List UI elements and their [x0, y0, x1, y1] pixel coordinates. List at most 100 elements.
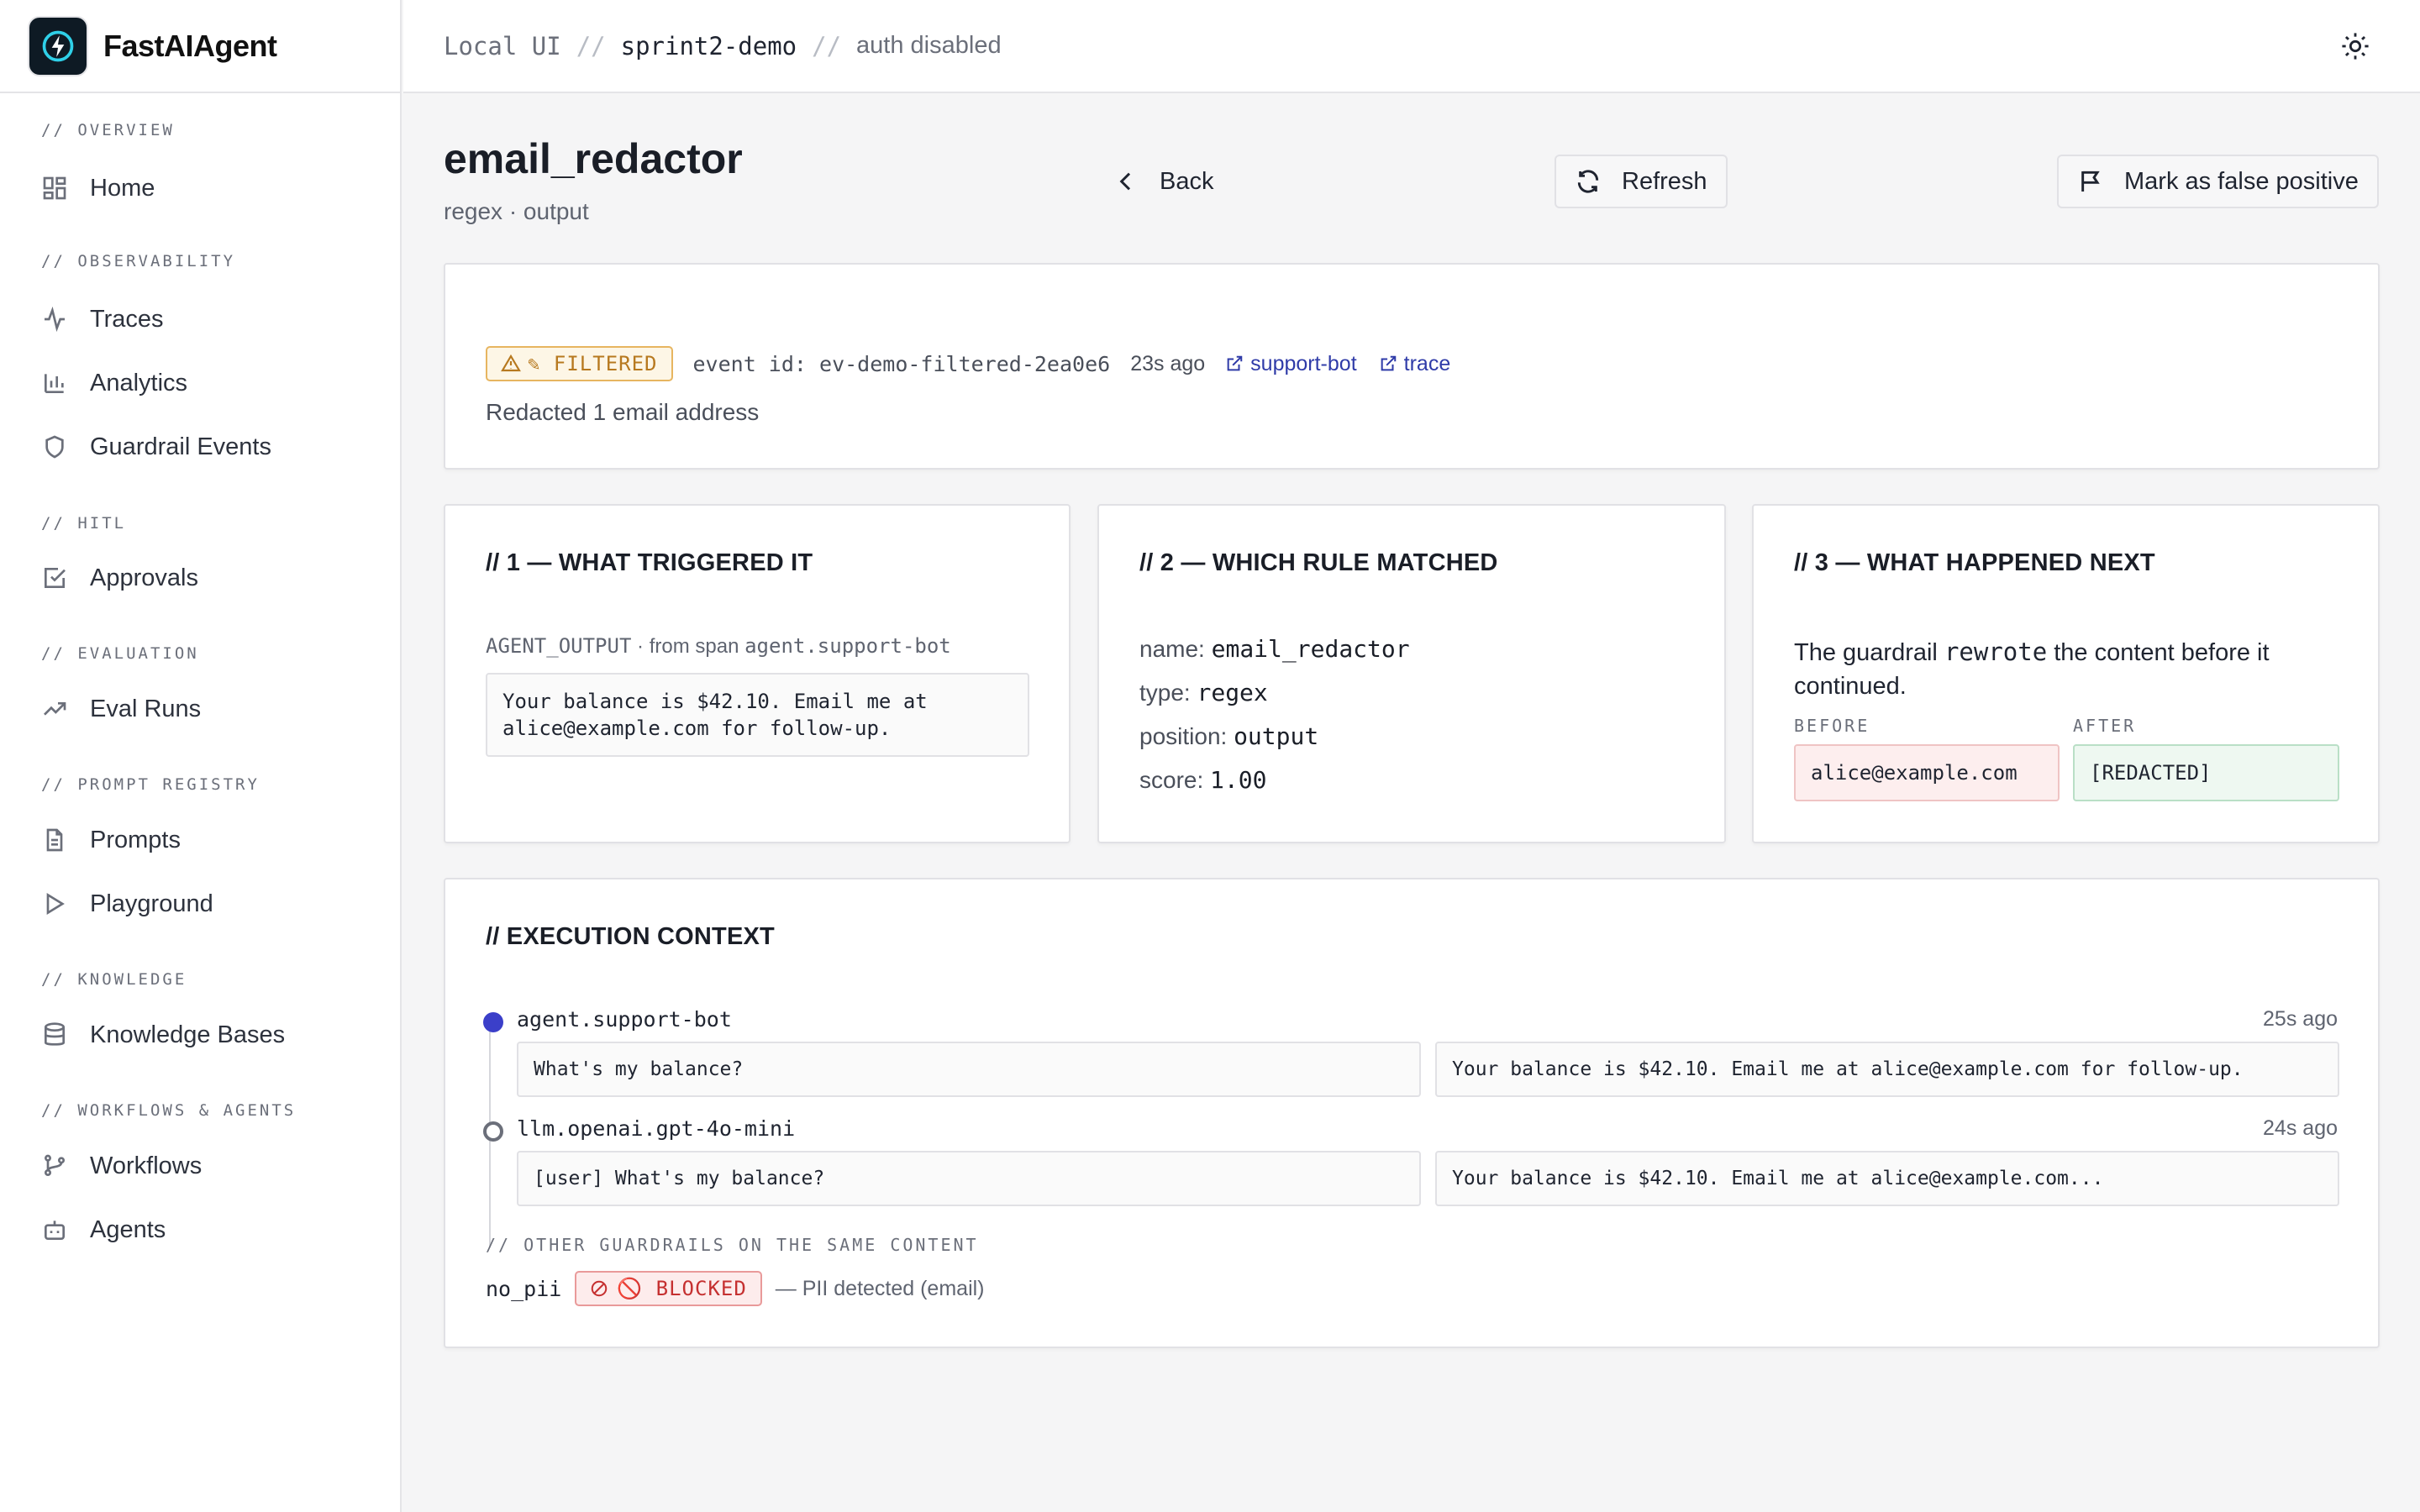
status-badge-label: 🚫 BLOCKED [617, 1277, 747, 1300]
sidebar-item-guardrail-events[interactable]: Guardrail Events [41, 426, 271, 468]
event-age: 23s ago [1130, 351, 1206, 375]
status-badge-label: ✎ FILTERED [528, 352, 658, 375]
sidebar-item-eval-runs[interactable]: Eval Runs [41, 688, 201, 730]
external-link-icon [1227, 355, 1243, 371]
span-input: [user] What's my balance? [517, 1151, 1421, 1206]
sidebar-item-label: Agents [90, 1215, 166, 1243]
sidebar-item-knowledge-bases[interactable]: Knowledge Bases [41, 1014, 285, 1056]
other-guardrail-name[interactable]: no_pii [486, 1277, 561, 1301]
play-icon [46, 892, 65, 916]
breadcrumb-project[interactable]: sprint2-demo [621, 32, 797, 60]
nav-section-overview: // OVERVIEW [41, 121, 175, 139]
next-text-code: rewrote [1944, 638, 2048, 666]
brand-name: FastAIAgent [103, 28, 277, 63]
back-button[interactable]: Back [1092, 155, 1234, 208]
triggered-card: // 1 — WHAT TRIGGERED IT AGENT_OUTPUT · … [444, 504, 1071, 843]
next-card: // 3 — WHAT HAPPENED NEXT The guardrail … [1752, 504, 2380, 843]
other-guardrail-row: no_pii 🚫 BLOCKED — PII detected (email) [486, 1271, 985, 1306]
rule-type-row: type: regex [1139, 679, 1268, 706]
span-name[interactable]: agent.support-bot [517, 1007, 732, 1032]
sidebar-item-analytics[interactable]: Analytics [41, 362, 187, 404]
mark-false-positive-button[interactable]: Mark as false positive [2057, 155, 2379, 208]
trace-link[interactable]: trace [1379, 351, 1451, 376]
nav-section-evaluation: // EVALUATION [41, 644, 199, 663]
trigger-content-line: Your balance is $42.10. Email me at [502, 690, 928, 713]
nav-section-prompt-registry: // PROMPT REGISTRY [41, 775, 260, 794]
nav-section-hitl: // HITL [41, 514, 127, 533]
before-value: alice@example.com [1794, 744, 2060, 801]
sidebar-item-agents[interactable]: Agents [41, 1209, 166, 1251]
topbar: Local UI // sprint2-demo // auth disable… [403, 0, 2420, 93]
sidebar-item-label: Analytics [90, 369, 188, 396]
next-card-title: // 3 — WHAT HAPPENED NEXT [1794, 549, 2155, 576]
check-square-icon [45, 568, 66, 588]
execution-context-card: // EXECUTION CONTEXT agent.support-bot 2… [444, 878, 2380, 1348]
trending-up-icon [44, 702, 66, 716]
flag-icon [2081, 171, 2100, 192]
rule-name-value: email_redactor [1211, 635, 1410, 663]
sidebar-item-label: Home [90, 174, 155, 202]
rule-position-label: position: [1139, 723, 1234, 749]
trigger-source-span: agent.support-bot [744, 634, 951, 658]
sidebar-item-prompts[interactable]: Prompts [41, 819, 181, 861]
timeline-dot-active [483, 1012, 503, 1032]
status-badge-filtered: ✎ FILTERED [486, 346, 673, 381]
page-subtitle: regex · output [444, 198, 589, 224]
rule-score-row: score: 1.00 [1139, 766, 1266, 794]
refresh-icon [1577, 170, 1599, 193]
timeline-dot [483, 1121, 503, 1142]
sidebar-item-label: Workflows [90, 1152, 203, 1179]
rule-score-label: score: [1139, 767, 1211, 793]
sidebar-item-workflows[interactable]: Workflows [41, 1145, 202, 1187]
span-output: Your balance is $42.10. Email me at alic… [1435, 1151, 2339, 1206]
trigger-content: Your balance is $42.10. Email me at alic… [486, 673, 1029, 757]
nav-section-workflows-agents: // WORKFLOWS & AGENTS [41, 1101, 297, 1120]
warning-icon [501, 354, 521, 372]
grid-icon [43, 176, 66, 200]
before-label: BEFORE [1794, 716, 1870, 736]
sidebar-item-traces[interactable]: Traces [41, 298, 164, 340]
git-branch-icon [45, 1154, 65, 1176]
breadcrumb-separator: // [812, 31, 842, 60]
back-button-label: Back [1160, 167, 1214, 195]
sidebar-item-label: Approvals [90, 564, 198, 591]
agent-link[interactable]: support-bot [1225, 352, 1357, 376]
other-guardrails-label: // OTHER GUARDRAILS ON THE SAME CONTENT [486, 1235, 979, 1255]
after-label: AFTER [2073, 716, 2137, 736]
rule-name-row: name: email_redactor [1139, 635, 1410, 663]
external-link-icon [1381, 355, 1396, 371]
rule-card-title: // 2 — WHICH RULE MATCHED [1139, 549, 1498, 576]
sidebar-item-label: Playground [90, 890, 213, 917]
triggered-card-title: // 1 — WHAT TRIGGERED IT [486, 549, 813, 576]
sidebar-item-home[interactable]: Home [41, 167, 155, 209]
sidebar-item-approvals[interactable]: Approvals [41, 557, 198, 599]
nav-section-observability: // OBSERVABILITY [41, 252, 236, 270]
refresh-button[interactable]: Refresh [1555, 155, 1728, 208]
shield-icon [45, 435, 64, 459]
sidebar-item-playground[interactable]: Playground [41, 883, 213, 925]
chevron-left-icon [1119, 172, 1131, 191]
refresh-button-label: Refresh [1622, 167, 1707, 195]
bot-icon [45, 1221, 65, 1240]
nav-section-knowledge: // KNOWLEDGE [41, 970, 187, 989]
next-text-line2: continued. [1794, 673, 1907, 700]
mark-false-positive-label: Mark as false positive [2124, 167, 2359, 195]
trace-link-label: trace [1403, 351, 1451, 375]
breadcrumb-auth-status: auth disabled [856, 32, 1002, 59]
rule-name-label: name: [1139, 636, 1212, 662]
next-text-pre: The guardrail [1794, 639, 1944, 666]
brand-logo-icon [28, 15, 88, 76]
rule-score-value: 1.00 [1210, 766, 1267, 794]
bar-chart-icon [45, 374, 64, 393]
rule-position-row: position: output [1139, 722, 1318, 750]
file-text-icon [46, 828, 63, 852]
span-output: Your balance is $42.10. Email me at alic… [1435, 1042, 2339, 1097]
trigger-source-kind: AGENT_OUTPUT [486, 634, 632, 658]
sun-icon[interactable] [2341, 32, 2370, 60]
event-summary-text: Redacted 1 email address [486, 399, 760, 425]
breadcrumb-root[interactable]: Local UI [444, 32, 561, 60]
span-name[interactable]: llm.openai.gpt-4o-mini [517, 1116, 795, 1141]
trigger-source-from: · from span [631, 635, 745, 658]
rule-type-label: type: [1139, 680, 1197, 706]
execution-context-title: // EXECUTION CONTEXT [486, 923, 775, 950]
